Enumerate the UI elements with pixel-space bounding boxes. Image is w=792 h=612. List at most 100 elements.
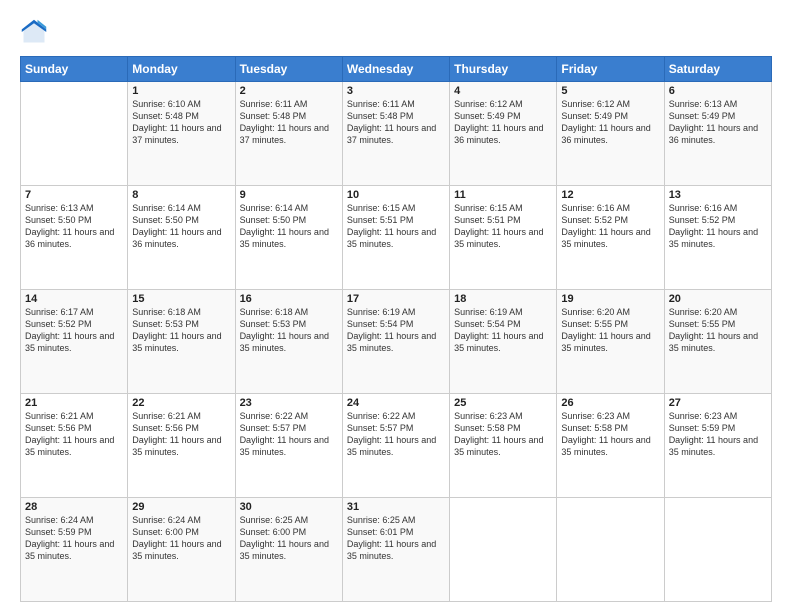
- calendar-cell: 8Sunrise: 6:14 AM Sunset: 5:50 PM Daylig…: [128, 186, 235, 290]
- day-number: 13: [669, 189, 767, 201]
- day-info: Sunrise: 6:22 AM Sunset: 5:57 PM Dayligh…: [240, 410, 338, 459]
- day-number: 25: [454, 397, 552, 409]
- calendar-cell: 7Sunrise: 6:13 AM Sunset: 5:50 PM Daylig…: [21, 186, 128, 290]
- calendar-cell: [21, 82, 128, 186]
- day-number: 16: [240, 293, 338, 305]
- day-info: Sunrise: 6:10 AM Sunset: 5:48 PM Dayligh…: [132, 98, 230, 147]
- day-number: 2: [240, 85, 338, 97]
- day-info: Sunrise: 6:15 AM Sunset: 5:51 PM Dayligh…: [347, 202, 445, 251]
- day-number: 18: [454, 293, 552, 305]
- calendar-cell: [557, 498, 664, 602]
- day-info: Sunrise: 6:16 AM Sunset: 5:52 PM Dayligh…: [561, 202, 659, 251]
- calendar-cell: [664, 498, 771, 602]
- weekday-header-row: SundayMondayTuesdayWednesdayThursdayFrid…: [21, 57, 772, 82]
- weekday-header-monday: Monday: [128, 57, 235, 82]
- calendar-cell: 30Sunrise: 6:25 AM Sunset: 6:00 PM Dayli…: [235, 498, 342, 602]
- day-info: Sunrise: 6:21 AM Sunset: 5:56 PM Dayligh…: [132, 410, 230, 459]
- weekday-header-tuesday: Tuesday: [235, 57, 342, 82]
- calendar-cell: 18Sunrise: 6:19 AM Sunset: 5:54 PM Dayli…: [450, 290, 557, 394]
- calendar-week-1: 1Sunrise: 6:10 AM Sunset: 5:48 PM Daylig…: [21, 82, 772, 186]
- day-number: 4: [454, 85, 552, 97]
- day-info: Sunrise: 6:23 AM Sunset: 5:59 PM Dayligh…: [669, 410, 767, 459]
- day-number: 30: [240, 501, 338, 513]
- day-info: Sunrise: 6:12 AM Sunset: 5:49 PM Dayligh…: [454, 98, 552, 147]
- calendar-cell: 19Sunrise: 6:20 AM Sunset: 5:55 PM Dayli…: [557, 290, 664, 394]
- day-info: Sunrise: 6:25 AM Sunset: 6:01 PM Dayligh…: [347, 514, 445, 563]
- day-number: 1: [132, 85, 230, 97]
- calendar-cell: 5Sunrise: 6:12 AM Sunset: 5:49 PM Daylig…: [557, 82, 664, 186]
- day-number: 22: [132, 397, 230, 409]
- weekday-header-wednesday: Wednesday: [342, 57, 449, 82]
- day-number: 26: [561, 397, 659, 409]
- day-number: 3: [347, 85, 445, 97]
- calendar-cell: 2Sunrise: 6:11 AM Sunset: 5:48 PM Daylig…: [235, 82, 342, 186]
- day-number: 5: [561, 85, 659, 97]
- calendar-cell: 15Sunrise: 6:18 AM Sunset: 5:53 PM Dayli…: [128, 290, 235, 394]
- day-number: 27: [669, 397, 767, 409]
- calendar-cell: 27Sunrise: 6:23 AM Sunset: 5:59 PM Dayli…: [664, 394, 771, 498]
- calendar-week-4: 21 Sunrise: 6:21 AM Sunset: 5:56 PM Dayli…: [21, 394, 772, 498]
- calendar-cell: 24Sunrise: 6:22 AM Sunset: 5:57 PM Dayli…: [342, 394, 449, 498]
- day-info: Sunrise: 6:12 AM Sunset: 5:49 PM Dayligh…: [561, 98, 659, 147]
- calendar-week-5: 28Sunrise: 6:24 AM Sunset: 5:59 PM Dayli…: [21, 498, 772, 602]
- page: SundayMondayTuesdayWednesdayThursdayFrid…: [0, 0, 792, 612]
- calendar-cell: 3Sunrise: 6:11 AM Sunset: 5:48 PM Daylig…: [342, 82, 449, 186]
- calendar-cell: 12Sunrise: 6:16 AM Sunset: 5:52 PM Dayli…: [557, 186, 664, 290]
- calendar-cell: 10Sunrise: 6:15 AM Sunset: 5:51 PM Dayli…: [342, 186, 449, 290]
- day-info: Sunrise: 6:20 AM Sunset: 5:55 PM Dayligh…: [561, 306, 659, 355]
- day-number: 15: [132, 293, 230, 305]
- logo: [20, 18, 52, 46]
- day-number: 31: [347, 501, 445, 513]
- day-info: Sunrise: 6:23 AM Sunset: 5:58 PM Dayligh…: [561, 410, 659, 459]
- day-info: Sunrise: 6:15 AM Sunset: 5:51 PM Dayligh…: [454, 202, 552, 251]
- day-number: 17: [347, 293, 445, 305]
- calendar-cell: 17Sunrise: 6:19 AM Sunset: 5:54 PM Dayli…: [342, 290, 449, 394]
- day-number: 10: [347, 189, 445, 201]
- day-number: 23: [240, 397, 338, 409]
- day-info: Sunrise: 6:18 AM Sunset: 5:53 PM Dayligh…: [240, 306, 338, 355]
- weekday-header-thursday: Thursday: [450, 57, 557, 82]
- day-number: 28: [25, 501, 123, 513]
- calendar-week-3: 14Sunrise: 6:17 AM Sunset: 5:52 PM Dayli…: [21, 290, 772, 394]
- day-info: Sunrise: 6:11 AM Sunset: 5:48 PM Dayligh…: [347, 98, 445, 147]
- calendar-cell: 11Sunrise: 6:15 AM Sunset: 5:51 PM Dayli…: [450, 186, 557, 290]
- calendar-cell: 31Sunrise: 6:25 AM Sunset: 6:01 PM Dayli…: [342, 498, 449, 602]
- day-number: 12: [561, 189, 659, 201]
- calendar-cell: 26Sunrise: 6:23 AM Sunset: 5:58 PM Dayli…: [557, 394, 664, 498]
- calendar-cell: 28Sunrise: 6:24 AM Sunset: 5:59 PM Dayli…: [21, 498, 128, 602]
- day-info: Sunrise: 6:19 AM Sunset: 5:54 PM Dayligh…: [347, 306, 445, 355]
- weekday-header-saturday: Saturday: [664, 57, 771, 82]
- calendar-cell: 29Sunrise: 6:24 AM Sunset: 6:00 PM Dayli…: [128, 498, 235, 602]
- header: [20, 18, 772, 46]
- day-number: 14: [25, 293, 123, 305]
- calendar-cell: 13Sunrise: 6:16 AM Sunset: 5:52 PM Dayli…: [664, 186, 771, 290]
- logo-icon: [20, 18, 48, 46]
- calendar-cell: 1Sunrise: 6:10 AM Sunset: 5:48 PM Daylig…: [128, 82, 235, 186]
- calendar-cell: 9Sunrise: 6:14 AM Sunset: 5:50 PM Daylig…: [235, 186, 342, 290]
- calendar-cell: 16Sunrise: 6:18 AM Sunset: 5:53 PM Dayli…: [235, 290, 342, 394]
- day-info: Sunrise: 6:19 AM Sunset: 5:54 PM Dayligh…: [454, 306, 552, 355]
- day-info: Sunrise: 6:14 AM Sunset: 5:50 PM Dayligh…: [132, 202, 230, 251]
- day-info: Sunrise: 6:16 AM Sunset: 5:52 PM Dayligh…: [669, 202, 767, 251]
- calendar-cell: 6Sunrise: 6:13 AM Sunset: 5:49 PM Daylig…: [664, 82, 771, 186]
- day-number: 7: [25, 189, 123, 201]
- day-number: 29: [132, 501, 230, 513]
- day-number: 19: [561, 293, 659, 305]
- weekday-header-sunday: Sunday: [21, 57, 128, 82]
- weekday-header-friday: Friday: [557, 57, 664, 82]
- day-info: Sunrise: 6:23 AM Sunset: 5:58 PM Dayligh…: [454, 410, 552, 459]
- day-info: Sunrise: 6:22 AM Sunset: 5:57 PM Dayligh…: [347, 410, 445, 459]
- day-number: 8: [132, 189, 230, 201]
- day-info: Sunrise: 6:24 AM Sunset: 5:59 PM Dayligh…: [25, 514, 123, 563]
- calendar-cell: 25Sunrise: 6:23 AM Sunset: 5:58 PM Dayli…: [450, 394, 557, 498]
- calendar-cell: 23Sunrise: 6:22 AM Sunset: 5:57 PM Dayli…: [235, 394, 342, 498]
- day-info: Sunrise: 6:24 AM Sunset: 6:00 PM Dayligh…: [132, 514, 230, 563]
- calendar-cell: 21Sunrise: 6:21 AM Sunset: 5:56 PM Dayli…: [21, 394, 128, 498]
- calendar-cell: 4Sunrise: 6:12 AM Sunset: 5:49 PM Daylig…: [450, 82, 557, 186]
- day-number: 9: [240, 189, 338, 201]
- day-info: Sunrise: 6:13 AM Sunset: 5:49 PM Dayligh…: [669, 98, 767, 147]
- day-info: Sunrise: 6:11 AM Sunset: 5:48 PM Dayligh…: [240, 98, 338, 147]
- calendar-cell: 20Sunrise: 6:20 AM Sunset: 5:55 PM Dayli…: [664, 290, 771, 394]
- day-number: 21: [25, 397, 123, 409]
- calendar-cell: 14Sunrise: 6:17 AM Sunset: 5:52 PM Dayli…: [21, 290, 128, 394]
